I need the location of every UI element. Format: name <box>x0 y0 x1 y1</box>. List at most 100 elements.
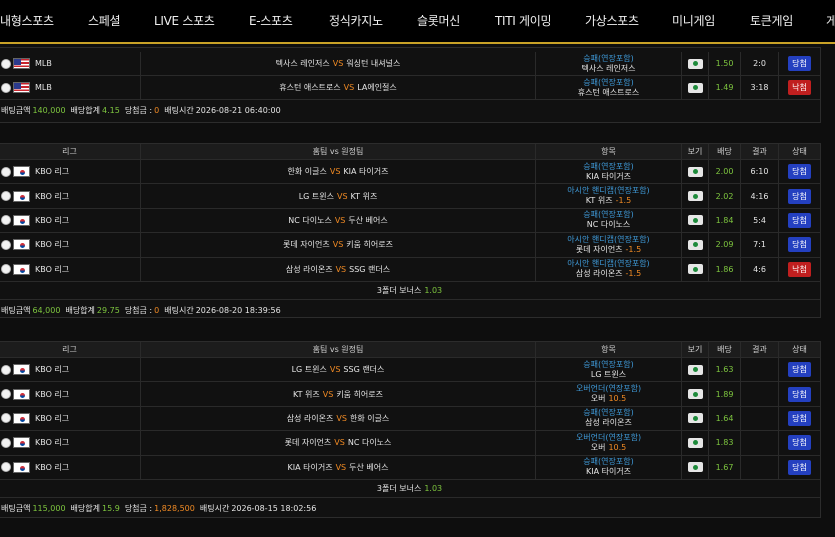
nav-item-mini-game[interactable]: 미니게임 <box>672 12 715 29</box>
eye-icon[interactable] <box>687 166 703 177</box>
away-team: LA에인절스 <box>357 83 397 92</box>
eye-icon[interactable] <box>687 462 703 473</box>
bonus-label: 3폴더 보너스 <box>376 286 422 295</box>
view-cell[interactable] <box>681 431 708 455</box>
status-badge: 당첨 <box>788 237 811 253</box>
nav-item-virtual-sports[interactable]: 가상스포츠 <box>585 12 639 29</box>
payout-label: 당첨금 : <box>124 503 153 513</box>
table-row: KBO 리그 KT 위즈 VS 키움 히어로즈 오버언더(연장포함) 오버 10.5 1.89… <box>0 382 820 407</box>
view-cell[interactable] <box>681 257 708 281</box>
league-name: KBO 리그 <box>35 240 70 250</box>
status-badge: 낙첨 <box>788 261 811 277</box>
view-cell[interactable] <box>681 233 708 257</box>
result-cell <box>740 358 778 382</box>
eye-icon[interactable] <box>687 437 703 448</box>
nav-item-more[interactable]: 게 <box>826 12 835 29</box>
eye-icon[interactable] <box>687 239 703 250</box>
total-odds-label: 배당합계 <box>65 305 95 315</box>
header-status: 상태 <box>778 144 820 159</box>
view-cell[interactable] <box>681 208 708 233</box>
status-cell: 당첨 <box>778 431 820 455</box>
away-team: 두산 베어스 <box>349 462 389 472</box>
status-cell: 당첨 <box>778 358 820 382</box>
eye-icon[interactable] <box>687 58 703 69</box>
pick-handicap: 10.5 <box>608 442 627 452</box>
league-cell: KBO 리그 <box>0 407 140 430</box>
header-match: 홈팀 vs 원정팀 <box>140 342 535 357</box>
nav-item-special[interactable]: 스페셜 <box>88 12 121 29</box>
vs-label: VS <box>343 83 355 92</box>
bet-summary: 배팅금액 140,000 배당합계 4.15 당첨금 :0 배팅시간 2026-08-21 … <box>0 100 820 120</box>
eye-icon[interactable] <box>687 413 703 424</box>
pick-market: 승패(연장포함) <box>583 53 634 63</box>
home-team: NC 다이노스 <box>288 215 332 225</box>
baseball-icon <box>1 413 11 424</box>
view-cell[interactable] <box>681 184 708 208</box>
league-name: MLB <box>35 59 52 68</box>
bet-time-label: 배팅시간 <box>164 105 194 115</box>
header-pick: 항목 <box>535 144 681 159</box>
bet-summary: 배팅금액 115,000 배당합계 15.9 당첨금 :1,828,500 배팅시간 202… <box>0 498 820 518</box>
header-result: 결과 <box>740 144 778 159</box>
result-cell <box>740 455 778 479</box>
pick-handicap: -1.5 <box>625 244 642 254</box>
nav-item-domestic-sports[interactable]: 내형스포츠 <box>0 12 54 29</box>
eye-icon[interactable] <box>687 264 703 275</box>
bonus-row: 3폴더 보너스 1.03 <box>0 282 820 300</box>
bet-amount-label: 배팅금액 <box>1 305 31 315</box>
header-odds: 배당 <box>708 342 740 357</box>
home-team: 텍사스 레인저스 <box>275 59 330 68</box>
header-match: 홈팀 vs 원정팀 <box>140 144 535 159</box>
pick-cell: 아시안 핸디캡(연장포함) 롯데 자이언츠 -1.5 <box>535 233 681 257</box>
view-cell[interactable] <box>681 76 708 99</box>
bet-summary: 배팅금액 64,000 배당합계 29.75 당첨금 :0 배팅시간 2026-08-20 … <box>0 300 820 320</box>
result-cell: 4:6 <box>740 257 778 281</box>
vs-label: VS <box>329 365 341 375</box>
header-league: 리그 <box>62 345 77 354</box>
league-cell: KBO 리그 <box>0 209 140 232</box>
away-team: 한화 이글스 <box>349 413 390 423</box>
bet-amount-value: 140,000 <box>32 105 66 115</box>
pick-selection: NC 다이노스 <box>586 220 631 230</box>
bonus-value: 1.03 <box>424 484 443 493</box>
pick-selection: 텍사스 레인저스 <box>581 63 636 73</box>
nav-item-titi-gaming[interactable]: TITI 게이밍 <box>495 12 552 29</box>
home-team: 휴스턴 애스트로스 <box>279 83 341 92</box>
view-cell[interactable] <box>681 406 708 431</box>
pick-selection: KT 위즈 <box>585 196 613 206</box>
league-cell: KBO 리그 <box>0 258 140 281</box>
baseball-icon <box>1 462 11 473</box>
league-cell: KBO 리그 <box>0 358 140 381</box>
pick-cell: 승패(연장포함) KIA 타이거즈 <box>535 160 681 184</box>
table-row: KBO 리그 LG 트윈스 VS SSG 랜더스 승패(연장포함) LG 트윈스 1.63 당… <box>0 358 820 383</box>
eye-icon[interactable] <box>687 364 703 375</box>
nav-item-casino[interactable]: 정식카지노 <box>329 12 383 29</box>
home-team: KT 위즈 <box>292 389 320 399</box>
payout-value: 0 <box>154 105 160 115</box>
view-cell[interactable] <box>681 52 708 75</box>
view-cell[interactable] <box>681 358 708 382</box>
view-cell[interactable] <box>681 160 708 184</box>
view-cell[interactable] <box>681 382 708 406</box>
home-team: LG 트윈스 <box>298 191 334 201</box>
nav-item-token-game[interactable]: 토큰게임 <box>750 12 793 29</box>
baseball-icon <box>1 82 11 93</box>
odds-cell: 2.00 <box>708 160 740 184</box>
eye-icon[interactable] <box>687 82 703 93</box>
eye-icon[interactable] <box>687 215 703 226</box>
nav-item-live-sports[interactable]: LIVE 스포츠 <box>154 12 215 29</box>
nav-item-slot[interactable]: 슬롯머신 <box>417 12 460 29</box>
league-name: KBO 리그 <box>35 215 70 225</box>
away-team: 워싱턴 내셔널스 <box>346 59 401 68</box>
match-cell: 삼성 라이온즈 VS 한화 이글스 <box>140 406 535 431</box>
view-cell[interactable] <box>681 455 708 479</box>
league-name: KBO 리그 <box>35 413 70 423</box>
nav-item-esports[interactable]: E-스포츠 <box>249 12 293 29</box>
status-badge: 당첨 <box>788 362 811 378</box>
vs-label: VS <box>336 413 347 423</box>
eye-icon[interactable] <box>687 389 703 400</box>
eye-icon[interactable] <box>687 191 703 202</box>
bet-time-label: 배팅시간 <box>199 503 230 513</box>
status-cell: 당첨 <box>778 52 820 75</box>
pick-market: 승패(연장포함) <box>583 408 634 418</box>
